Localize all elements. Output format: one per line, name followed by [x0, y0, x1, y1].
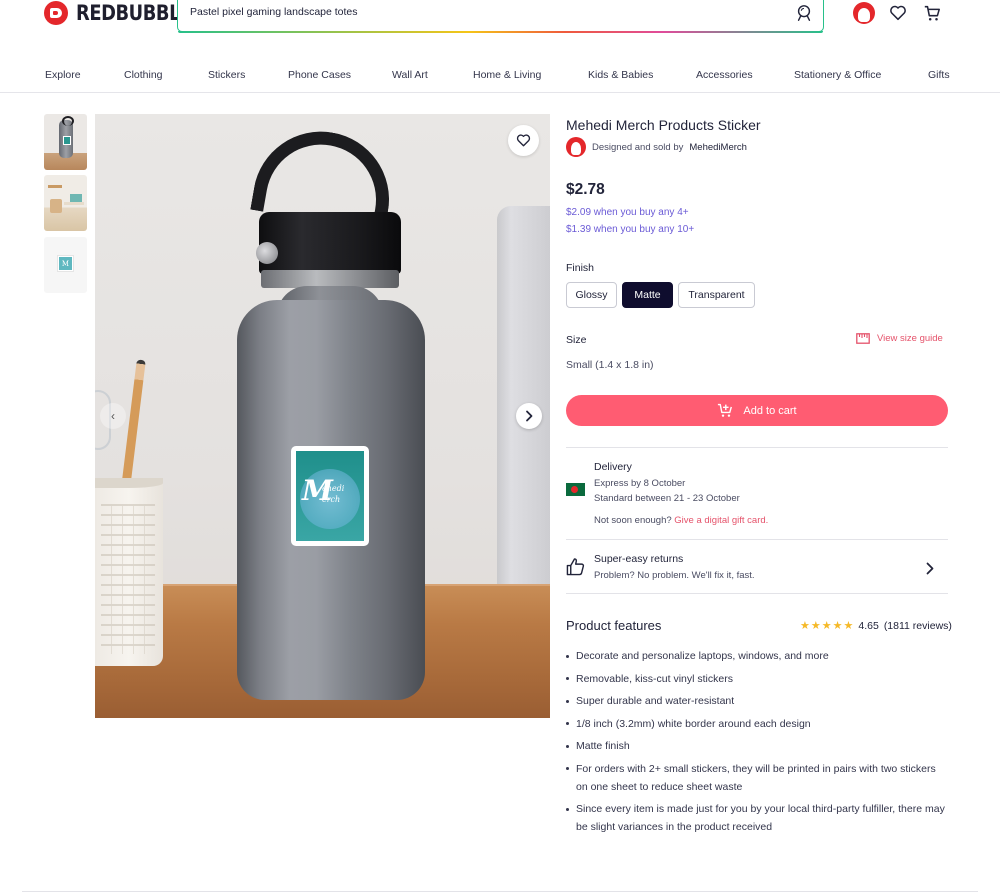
add-to-cart-button[interactable]: Add to cart	[566, 395, 948, 426]
nav-item-phone-cases[interactable]: Phone Cases	[288, 69, 351, 81]
nav-item-gifts[interactable]: Gifts	[928, 69, 950, 81]
water-bottle: M ehedi erch	[237, 120, 425, 700]
rating[interactable]: ★ ★ ★ ★ ★ 4.65 (1811 reviews)	[800, 620, 952, 632]
redbubble-logo-icon	[44, 1, 68, 25]
bulk-discount-4: $2.09 when you buy any 4+	[566, 207, 689, 218]
nav-item-accessories[interactable]: Accessories	[696, 69, 753, 81]
thumbnail-bottle[interactable]	[44, 114, 87, 170]
returns-subtitle: Problem? No problem. We'll fix it, fast.	[594, 570, 755, 581]
thumbnail-sticker[interactable]: M	[44, 237, 87, 293]
list-item: Removable, kiss-cut vinyl stickers	[566, 670, 950, 688]
finish-matte-button[interactable]: Matte	[622, 282, 673, 308]
nav-item-stationery-office[interactable]: Stationery & Office	[794, 69, 881, 81]
search-icon[interactable]	[795, 4, 813, 22]
list-item: Since every item is made just for you by…	[566, 800, 950, 836]
rating-value: 4.65	[858, 620, 879, 632]
nav-item-home-living[interactable]: Home & Living	[473, 69, 541, 81]
rating-count: (1811 reviews)	[883, 620, 952, 632]
list-item: For orders with 2+ small stickers, they …	[566, 760, 950, 796]
price: $2.78	[566, 181, 605, 198]
chevron-right-icon[interactable]	[925, 562, 935, 575]
finish-transparent-button[interactable]: Transparent	[678, 282, 755, 308]
finish-glossy-button[interactable]: Glossy	[566, 282, 617, 308]
chevron-right-icon	[526, 410, 533, 422]
seller-link[interactable]: MehediMerch	[689, 142, 747, 153]
cart-icon[interactable]	[923, 4, 941, 22]
gift-card-link[interactable]: Give a digital gift card.	[674, 515, 768, 526]
nav-item-kids-babies[interactable]: Kids & Babies	[588, 69, 653, 81]
list-item: 1/8 inch (3.2mm) white border around eac…	[566, 715, 950, 733]
bangladesh-flag-icon	[566, 483, 585, 496]
sticker-word-1: ehedi	[322, 484, 345, 493]
search-bar[interactable]: Pastel pixel gaming landscape totes	[177, 0, 824, 33]
delivery-standard: Standard between 21 - 23 October	[594, 493, 740, 504]
product-title: Mehedi Merch Products Sticker	[566, 117, 761, 133]
finish-label: Finish	[566, 262, 595, 274]
returns-title: Super-easy returns	[594, 553, 684, 565]
sticker-design: M ehedi erch	[291, 446, 369, 546]
nav-item-explore[interactable]: Explore	[45, 69, 81, 81]
user-avatar[interactable]	[853, 2, 875, 24]
category-nav: Explore Clothing Stickers Phone Cases Wa…	[0, 60, 1000, 93]
previous-image-button[interactable]: ‹	[100, 403, 126, 429]
thumbnail-room[interactable]	[44, 175, 87, 231]
nav-item-stickers[interactable]: Stickers	[208, 69, 245, 81]
header: REDBUBBLE Pastel pixel gaming landscape …	[0, 0, 1000, 34]
list-item: Super durable and water-resistant	[566, 692, 950, 710]
delivery-title: Delivery	[594, 461, 632, 473]
ruler-icon	[856, 333, 870, 344]
list-item: Matte finish	[566, 737, 950, 755]
size-value[interactable]: Small (1.4 x 1.8 in)	[566, 359, 654, 371]
list-item: Decorate and personalize laptops, window…	[566, 647, 950, 665]
bulk-discount-10: $1.39 when you buy any 10+	[566, 224, 695, 235]
features-list: Decorate and personalize laptops, window…	[566, 647, 950, 841]
add-to-cart-label: Add to cart	[743, 404, 797, 417]
nav-item-wall-art[interactable]: Wall Art	[392, 69, 428, 81]
divider	[566, 593, 948, 594]
seller-prefix: Designed and sold by	[592, 141, 684, 153]
pencil-shape	[121, 359, 146, 490]
product-features-title: Product features	[566, 618, 662, 633]
seller-info: Designed and sold by MehediMerch	[566, 137, 747, 157]
star-rating-icon: ★ ★ ★ ★ ★	[800, 619, 854, 632]
delivery-gift-line: Not soon enough? Give a digital gift car…	[594, 515, 768, 526]
divider	[566, 447, 948, 448]
search-input[interactable]: Pastel pixel gaming landscape totes	[190, 6, 358, 18]
heart-icon[interactable]	[889, 4, 907, 22]
product-image: M ehedi erch	[95, 114, 550, 718]
favorite-button[interactable]	[508, 125, 539, 156]
logo-text: REDBUBBLE	[76, 1, 192, 25]
size-guide-label: View size guide	[877, 333, 943, 344]
not-soon-text: Not soon enough?	[594, 515, 672, 526]
heart-icon	[516, 134, 531, 147]
size-label: Size	[566, 334, 587, 346]
divider	[566, 539, 948, 540]
seller-avatar[interactable]	[566, 137, 586, 157]
size-guide-link[interactable]: View size guide	[856, 333, 943, 344]
sticker-word-2: erch	[322, 495, 341, 504]
footer-divider	[22, 891, 978, 892]
nav-item-clothing[interactable]: Clothing	[124, 69, 163, 81]
next-image-button[interactable]	[516, 403, 542, 429]
delivery-express: Express by 8 October	[594, 478, 686, 489]
thumbnail-sticker-text: M	[58, 256, 73, 271]
thumbs-up-icon	[566, 558, 585, 576]
pencil-cup	[95, 478, 163, 666]
cart-plus-icon	[718, 403, 733, 417]
